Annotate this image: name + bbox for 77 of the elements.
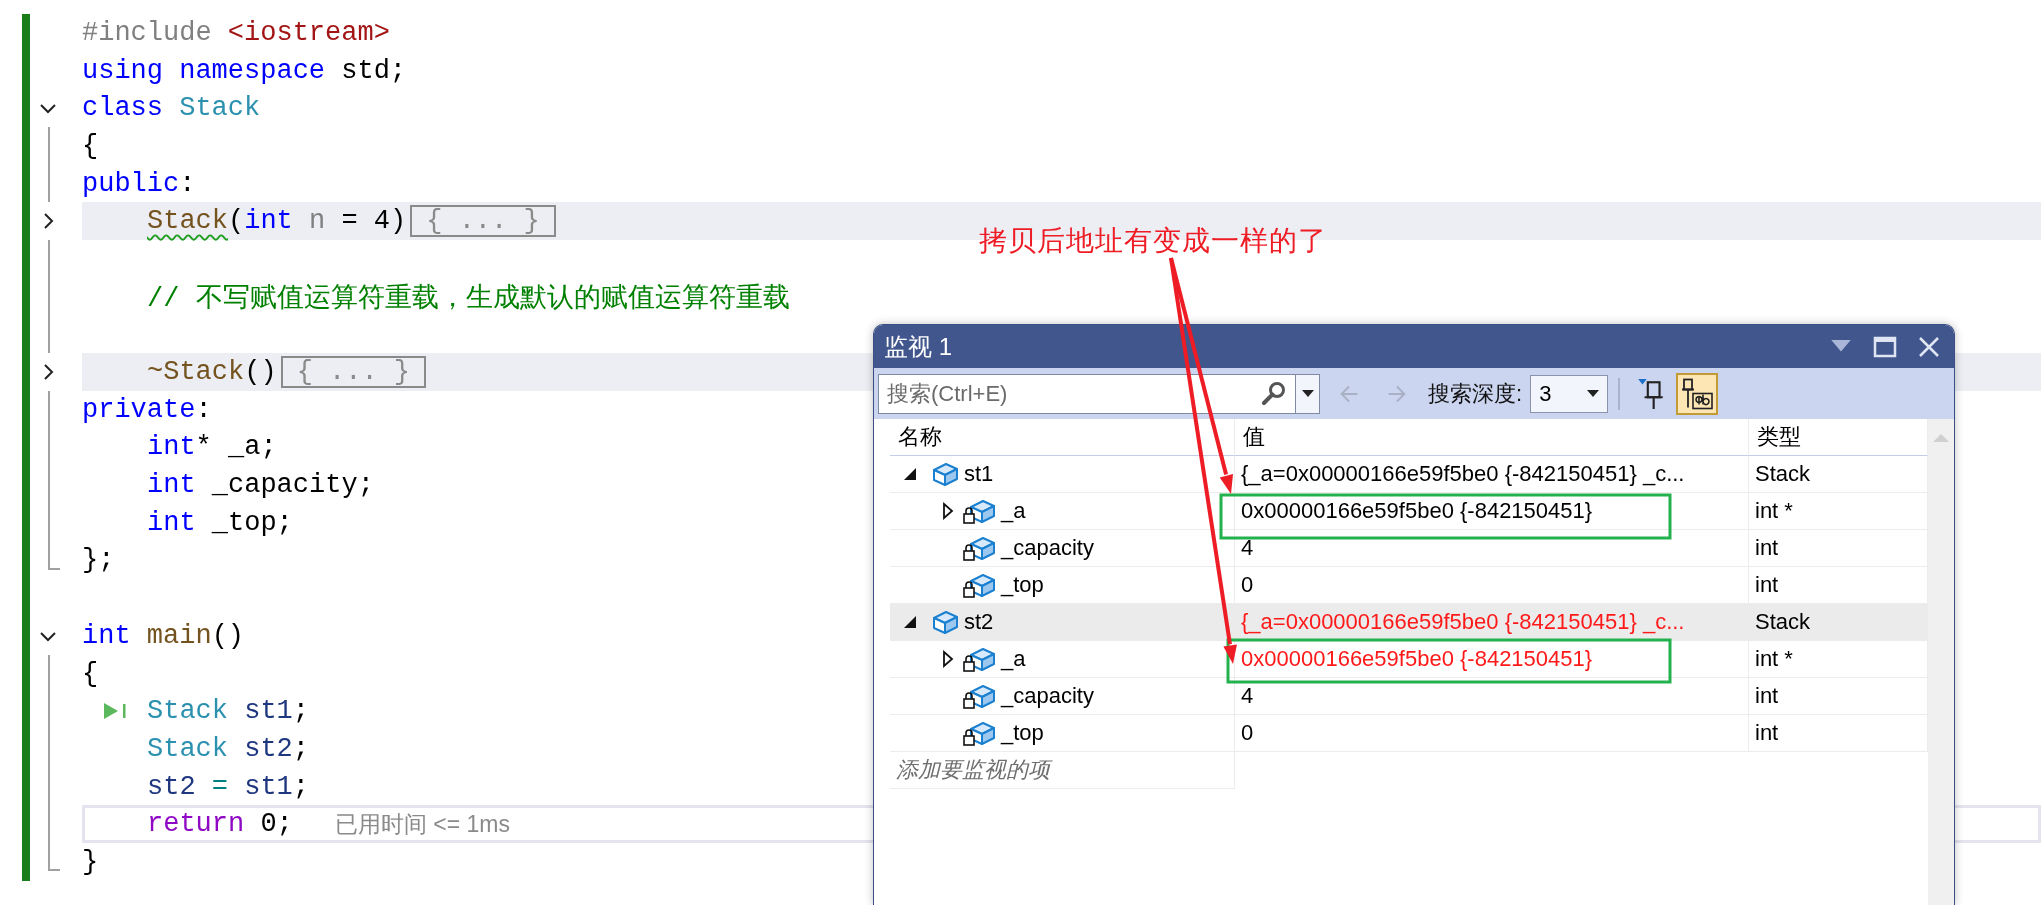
close-icon bbox=[1917, 334, 1941, 359]
watch-row[interactable]: st1 {_a=0x00000166e59f5be0 {-842150451} _c... Stack bbox=[874, 456, 1928, 493]
search-options-button[interactable] bbox=[1296, 373, 1320, 414]
search-field[interactable]: 搜索(Ctrl+E) bbox=[878, 373, 1296, 414]
variable-value: 4 bbox=[1241, 535, 1254, 561]
annotation-text: 拷贝后地址有变成一样的了 bbox=[979, 223, 1327, 259]
code-line: // 不写赋值运算符重载，生成默认的赋值运算符重载 bbox=[147, 283, 790, 314]
code-line: public: bbox=[82, 168, 196, 199]
variable-type: int bbox=[1755, 720, 1779, 746]
variable-name: _top bbox=[1001, 720, 1044, 746]
search-depth-label: 搜索深度: bbox=[1428, 379, 1523, 408]
locked-cube-icon bbox=[963, 719, 997, 747]
locked-cube-icon bbox=[963, 682, 997, 710]
variable-type: int * bbox=[1755, 498, 1793, 524]
variable-value: {_a=0x00000166e59f5be0 {-842150451} _c... bbox=[1241, 609, 1685, 635]
variable-value: 0x00000166e59f5be0 {-842150451} bbox=[1241, 498, 1593, 524]
scrollbar[interactable] bbox=[1928, 419, 1954, 905]
variable-name: st1 bbox=[964, 461, 994, 487]
pin-icon bbox=[1637, 377, 1666, 410]
code-line: using namespace std; bbox=[82, 55, 407, 86]
pin-text-icon bbox=[1681, 377, 1714, 410]
variable-name: _capacity bbox=[1001, 683, 1094, 709]
code-line: private: bbox=[82, 394, 212, 425]
code-line: Stack st2; bbox=[147, 733, 310, 764]
column-header[interactable]: 值 bbox=[1243, 422, 1265, 452]
variable-name: st2 bbox=[964, 609, 994, 635]
caret-icon bbox=[1301, 389, 1314, 398]
locked-cube-icon bbox=[963, 534, 997, 562]
column-header[interactable]: 类型 bbox=[1757, 422, 1801, 452]
elapsed-time-hint: 已用时间 <= 1ms bbox=[334, 809, 510, 839]
code-line: st2 = st1; bbox=[147, 771, 310, 802]
code-line: int main() bbox=[82, 620, 245, 651]
variable-type: int * bbox=[1755, 646, 1793, 672]
variable-type: int bbox=[1755, 535, 1779, 561]
code-line: Stack st1; bbox=[147, 696, 310, 727]
watch-row[interactable]: st2 {_a=0x00000166e59f5be0 {-842150451} _c... Stack bbox=[874, 604, 1928, 641]
column-header[interactable]: 名称 bbox=[898, 422, 942, 452]
pin-text-button[interactable] bbox=[1676, 372, 1719, 415]
code-line: ~Stack() bbox=[147, 357, 277, 388]
code-line: int _top; bbox=[147, 507, 293, 538]
variable-type: int bbox=[1755, 572, 1779, 598]
variable-type: int bbox=[1755, 683, 1779, 709]
variable-name: _capacity bbox=[1001, 535, 1094, 561]
watch-row[interactable]: _capacity 4 int bbox=[874, 678, 1928, 715]
code-line: return 0; bbox=[147, 809, 293, 840]
variable-type: Stack bbox=[1755, 609, 1811, 635]
window-title: 监视 1 bbox=[884, 331, 953, 362]
code-line: { bbox=[82, 130, 99, 161]
variable-name: _top bbox=[1001, 572, 1044, 598]
caret-icon bbox=[1587, 389, 1600, 398]
variable-value: 0 bbox=[1241, 720, 1254, 746]
variable-value: 0 bbox=[1241, 572, 1254, 598]
depth-dropdown[interactable]: 3 bbox=[1530, 374, 1609, 413]
watch-row[interactable]: _a 0x00000166e59f5be0 {-842150451} int * bbox=[874, 641, 1928, 678]
variable-type: Stack bbox=[1755, 461, 1811, 487]
code-line: int* _a; bbox=[147, 432, 277, 463]
variable-value: 0x00000166e59f5be0 {-842150451} bbox=[1241, 646, 1593, 672]
variable-value: {_a=0x00000166e59f5be0 {-842150451} _c... bbox=[1241, 461, 1685, 487]
search-icon bbox=[1260, 379, 1288, 408]
code-line: }; bbox=[82, 545, 115, 576]
maximize-icon bbox=[1873, 334, 1897, 359]
code-line: class Stack bbox=[82, 93, 261, 124]
locked-cube-icon bbox=[963, 571, 997, 599]
code-line: } bbox=[82, 846, 99, 877]
code-line: { bbox=[82, 658, 99, 689]
variable-value: 4 bbox=[1241, 683, 1254, 709]
locked-cube-icon bbox=[963, 645, 997, 673]
code-line: int _capacity; bbox=[147, 470, 374, 501]
locked-cube-icon bbox=[963, 497, 997, 525]
variable-name: _a bbox=[1001, 646, 1026, 672]
code-line: #include <iostream> bbox=[82, 17, 390, 48]
code-line: Stack(int n = 4) bbox=[147, 206, 407, 237]
variable-name: _a bbox=[1001, 498, 1026, 524]
watch-row[interactable]: _a 0x00000166e59f5be0 {-842150451} int * bbox=[874, 493, 1928, 530]
watch-row[interactable]: _capacity 4 int bbox=[874, 530, 1928, 567]
watch-row[interactable]: _top 0 int bbox=[874, 715, 1928, 752]
add-watch-field[interactable]: 添加要监视的项 bbox=[890, 756, 1218, 784]
